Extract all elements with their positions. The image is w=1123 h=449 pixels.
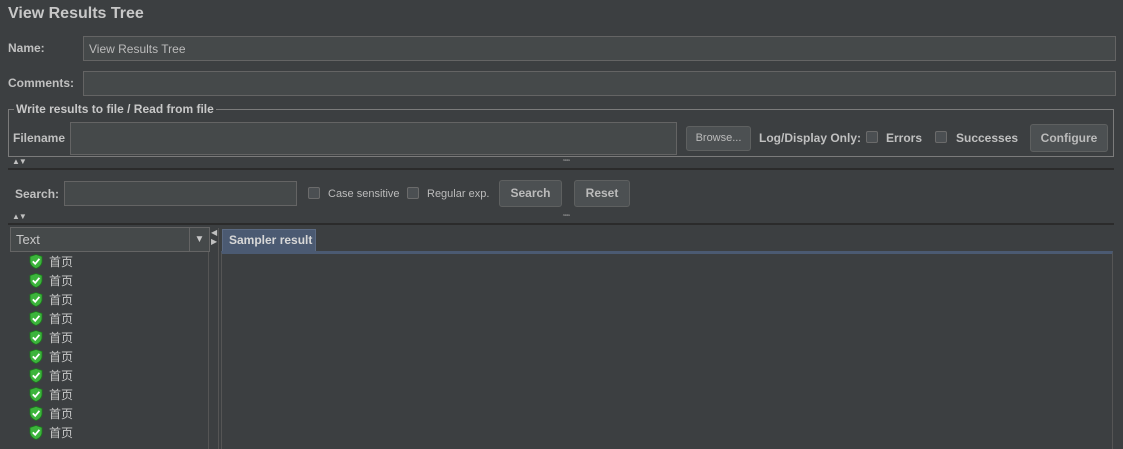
regex-label: Regular exp. <box>427 188 490 200</box>
collapse-left-icon[interactable]: ◀ <box>211 228 218 237</box>
sampler-result-panel <box>221 251 1113 449</box>
splitter-grip-icon[interactable]: ˜˜˜ <box>563 158 570 168</box>
comments-label: Comments: <box>8 76 75 90</box>
successes-label: Successes <box>956 131 1019 145</box>
tree-item[interactable]: 首页 <box>10 366 208 385</box>
search-button[interactable]: Search <box>499 180 562 207</box>
splitter-divider[interactable] <box>8 223 1114 225</box>
dropdown-arrow-icon[interactable]: ▼ <box>189 228 209 251</box>
filename-input[interactable] <box>70 122 677 155</box>
success-shield-icon <box>29 406 43 421</box>
regex-checkbox[interactable] <box>407 187 419 199</box>
tree-item[interactable]: 首页 <box>10 347 208 366</box>
collapse-arrows-icon[interactable]: ▲▼ <box>12 157 27 166</box>
vertical-splitter[interactable]: ◀ ▶ <box>210 228 219 449</box>
success-shield-icon <box>29 425 43 440</box>
errors-label: Errors <box>886 131 923 145</box>
tree-item-label: 首页 <box>49 407 74 421</box>
comments-input[interactable] <box>83 71 1116 96</box>
renderer-selected-value: Text <box>16 232 40 247</box>
tree-item[interactable]: 首页 <box>10 385 208 404</box>
success-shield-icon <box>29 292 43 307</box>
success-shield-icon <box>29 330 43 345</box>
tree-item[interactable]: 首页 <box>10 309 208 328</box>
errors-checkbox[interactable] <box>866 131 878 143</box>
collapse-right-icon[interactable]: ▶ <box>211 237 218 246</box>
name-input[interactable] <box>83 36 1116 61</box>
file-group-legend: Write results to file / Read from file <box>14 102 216 116</box>
success-shield-icon <box>29 368 43 383</box>
tree-item[interactable]: 首页 <box>10 404 208 423</box>
tree-item-label: 首页 <box>49 388 74 402</box>
tree-item[interactable]: 首页 <box>10 252 208 271</box>
success-shield-icon <box>29 311 43 326</box>
search-label: Search: <box>15 187 60 201</box>
log-display-label: Log/Display Only: <box>759 131 862 145</box>
page-title: View Results Tree <box>8 5 144 22</box>
results-tree: 首页 首页 首页 首页 首页 首页 首页 首页 首页 首页 <box>10 252 209 449</box>
filename-label: Filename <box>13 131 66 145</box>
success-shield-icon <box>29 349 43 364</box>
tab-sampler-result[interactable]: Sampler result <box>222 229 316 251</box>
tree-item-label: 首页 <box>49 331 74 345</box>
tree-item-label: 首页 <box>49 274 74 288</box>
reset-button[interactable]: Reset <box>574 180 630 207</box>
case-sensitive-checkbox[interactable] <box>308 187 320 199</box>
tree-item[interactable]: 首页 <box>10 328 208 347</box>
renderer-select[interactable]: Text ▼ <box>10 227 210 252</box>
search-input[interactable] <box>64 181 297 206</box>
successes-checkbox[interactable] <box>935 131 947 143</box>
success-shield-icon <box>29 273 43 288</box>
tree-item-label: 首页 <box>49 293 74 307</box>
splitter-grip-icon[interactable]: ˜˜˜ <box>563 213 570 223</box>
tree-item-label: 首页 <box>49 312 74 326</box>
success-shield-icon <box>29 254 43 269</box>
browse-button[interactable]: Browse... <box>686 126 751 151</box>
splitter-divider[interactable] <box>8 168 1114 170</box>
tree-item-label: 首页 <box>49 255 74 269</box>
name-label: Name: <box>8 41 45 55</box>
configure-button[interactable]: Configure <box>1030 124 1108 152</box>
tree-item-label: 首页 <box>49 369 74 383</box>
tree-item[interactable]: 首页 <box>10 290 208 309</box>
success-shield-icon <box>29 387 43 402</box>
collapse-arrows-icon[interactable]: ▲▼ <box>12 212 27 221</box>
case-sensitive-label: Case sensitive <box>328 188 400 200</box>
tree-item[interactable]: 首页 <box>10 423 208 442</box>
tree-item-label: 首页 <box>49 426 74 440</box>
tree-item-label: 首页 <box>49 350 74 364</box>
tree-item[interactable]: 首页 <box>10 271 208 290</box>
